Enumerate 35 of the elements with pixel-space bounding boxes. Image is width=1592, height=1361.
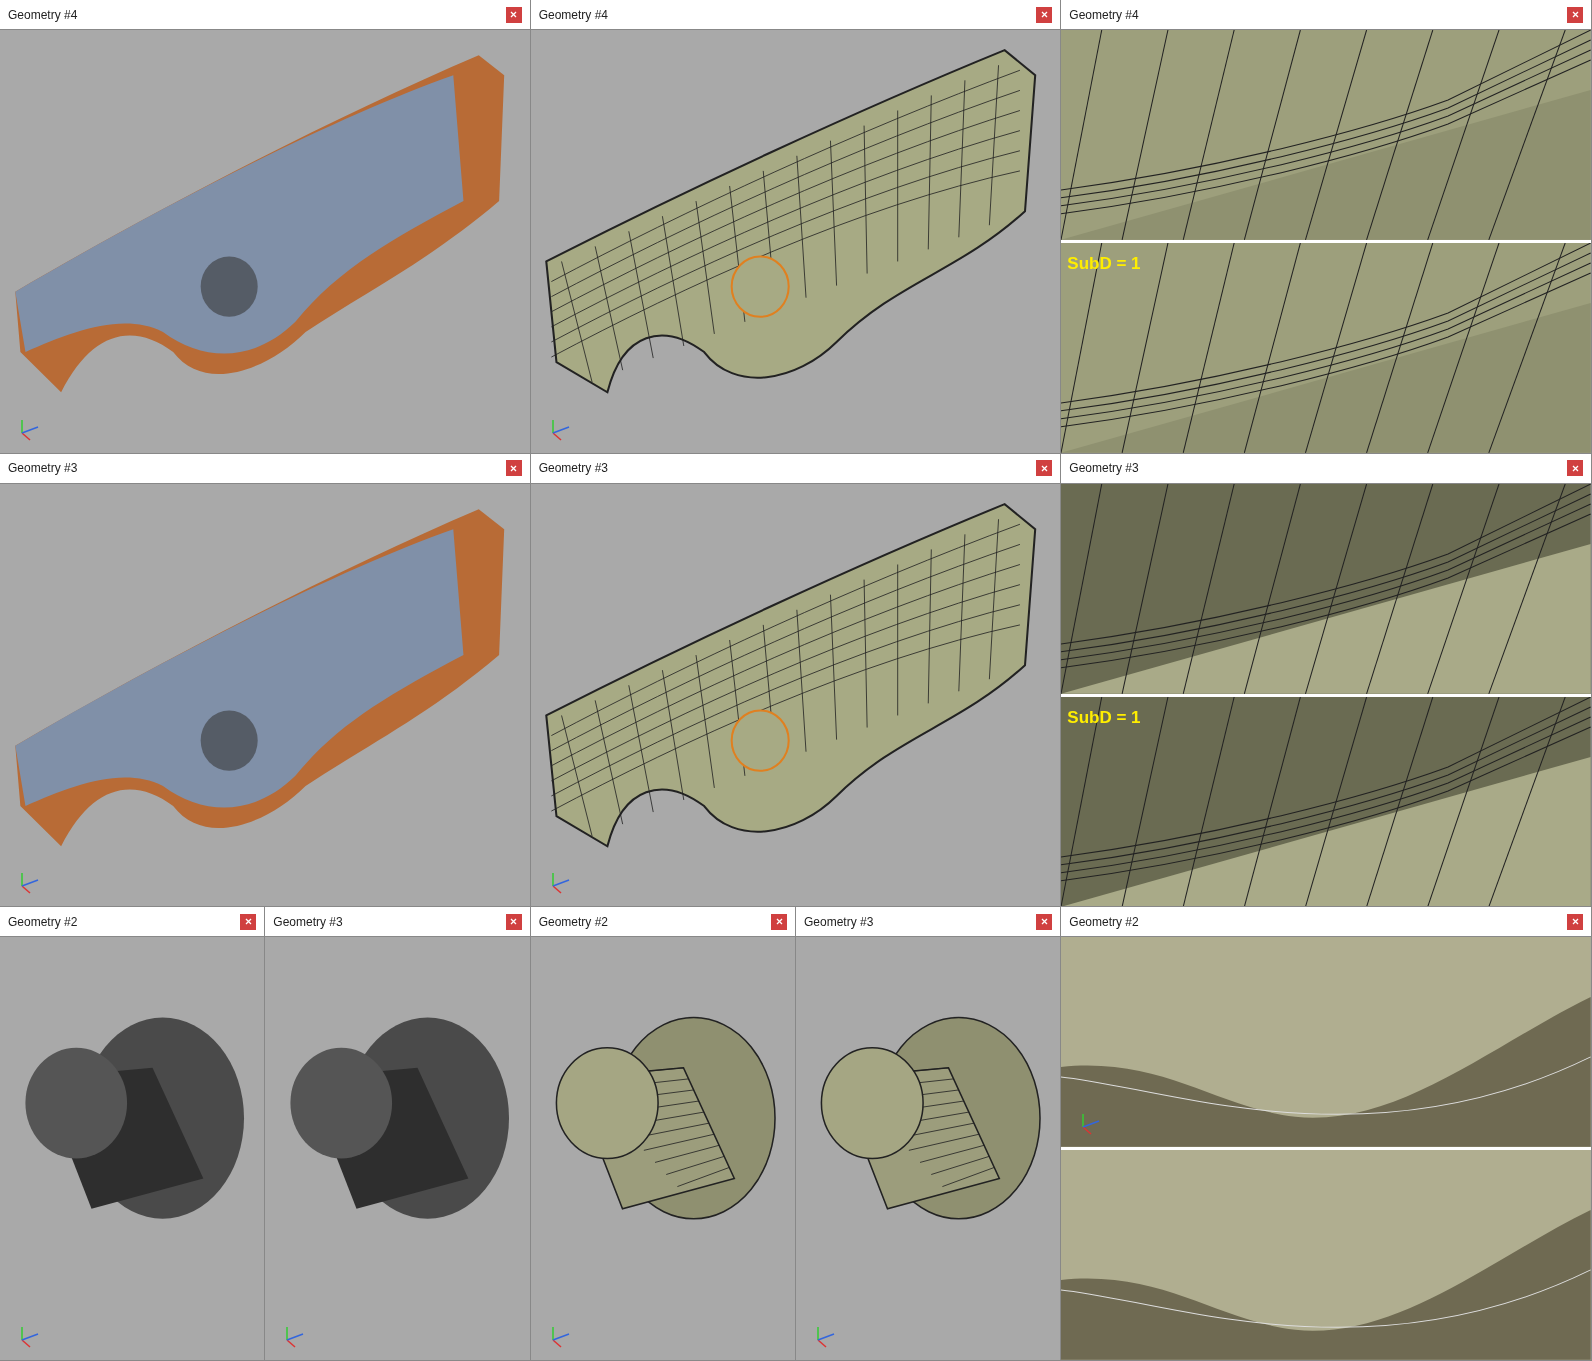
close-button[interactable] [771,913,787,930]
close-button[interactable] [505,460,522,477]
close-icon [510,918,518,926]
close-button[interactable] [1567,460,1583,477]
panel-title: Geometry #3 [804,913,874,931]
close-icon [1571,11,1579,18]
viewport-label: SubD = 1 [1067,252,1141,275]
close-icon [775,918,783,926]
panel-title: Geometry #4 [1069,6,1139,24]
close-button[interactable] [240,913,257,930]
close-icon [1571,918,1579,926]
panel-title: Geometry #2 [8,913,78,931]
close-icon [244,918,252,926]
close-button[interactable] [505,6,522,23]
close-icon [1040,11,1048,18]
panel-title: Geometry #2 [1069,913,1139,931]
panel-title: Geometry #4 [538,6,609,24]
close-button[interactable] [1567,913,1583,930]
close-icon [1040,464,1048,472]
close-button[interactable] [1036,6,1053,23]
panel-title: Geometry #2 [538,913,609,931]
panel-title: Geometry #3 [538,460,609,478]
close-button[interactable] [1036,460,1053,477]
panel-title: Geometry #3 [8,460,78,478]
close-icon [1040,918,1048,926]
close-icon [510,464,518,472]
panel-title: Geometry #4 [8,6,78,24]
panel-title: Geometry #3 [1069,460,1139,478]
close-icon [510,11,518,18]
close-button[interactable] [1567,6,1583,23]
close-button[interactable] [1036,913,1053,930]
panel-title: Geometry #3 [273,913,343,931]
viewport-label: SubD = 1 [1067,706,1141,729]
close-icon [1571,464,1579,472]
close-button[interactable] [505,913,522,930]
